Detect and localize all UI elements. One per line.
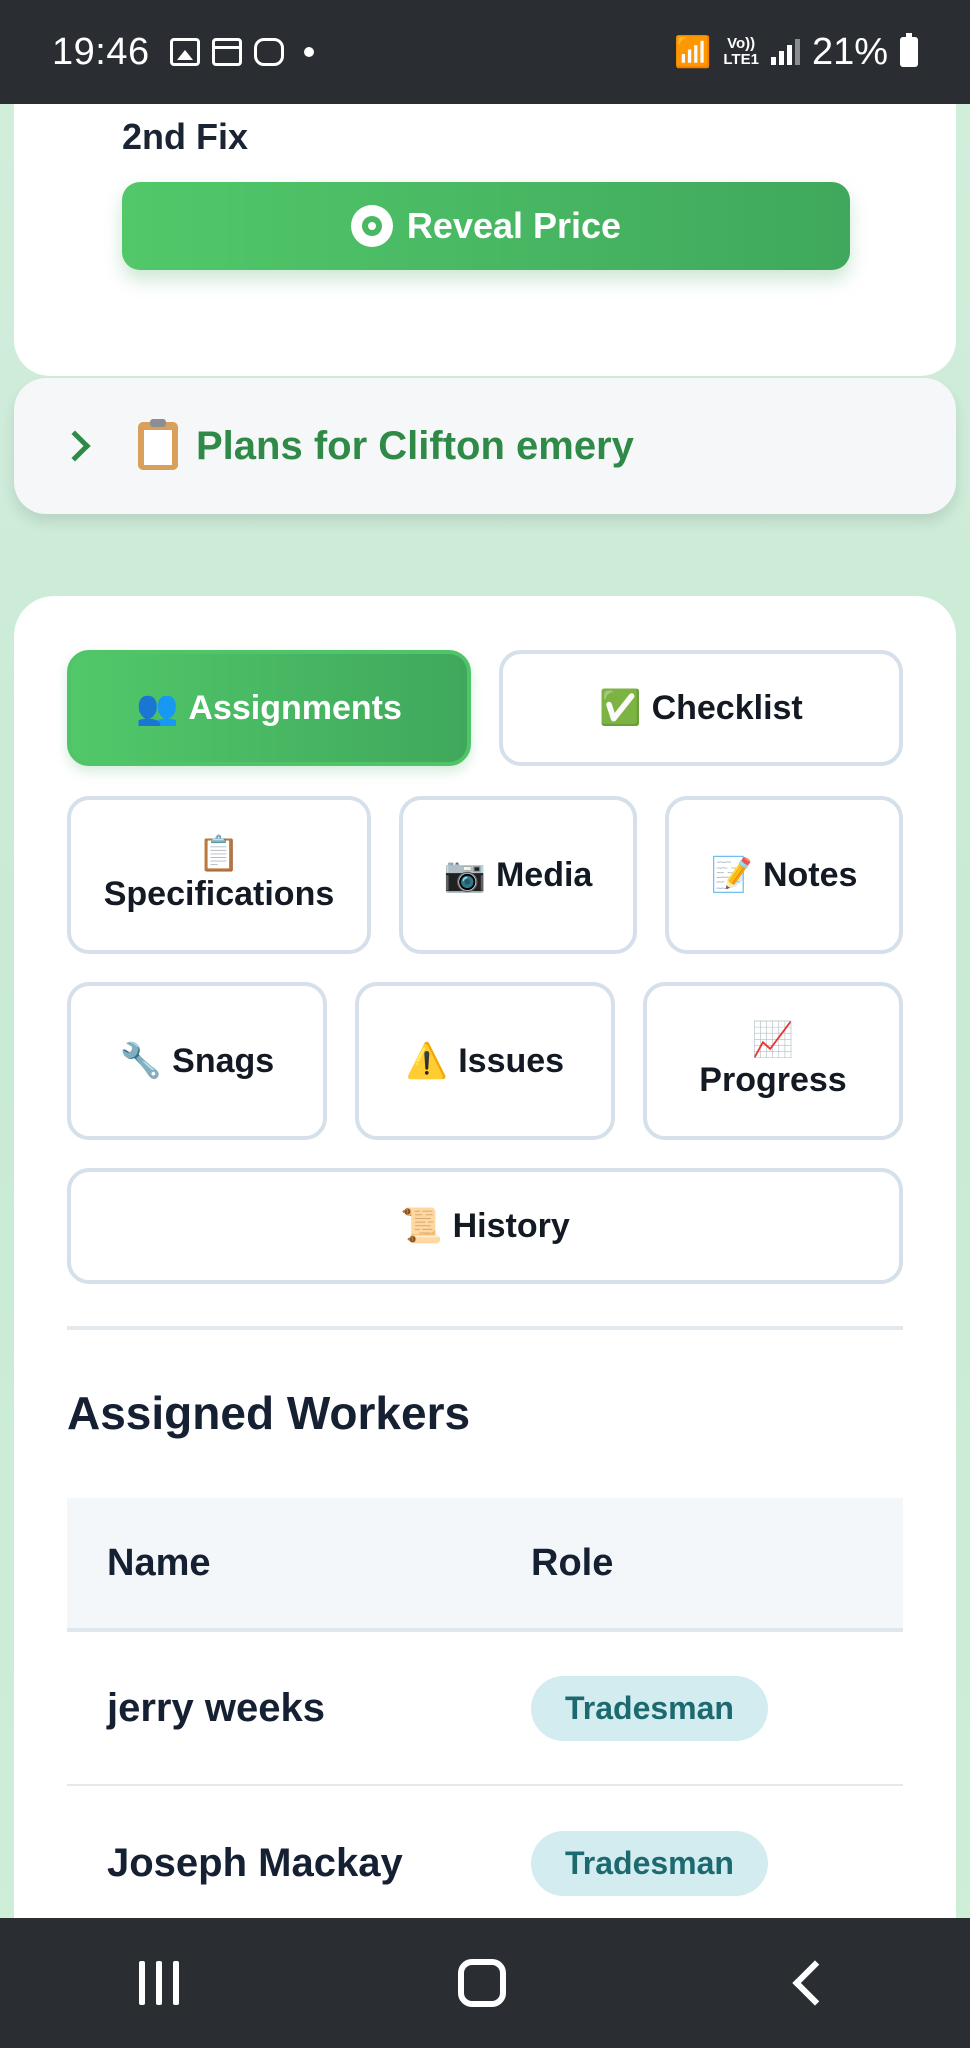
role-badge: Tradesman <box>531 1830 768 1896</box>
clipboard-icon <box>138 419 178 470</box>
stage-label: 2nd Fix <box>122 116 249 157</box>
worker-name: Joseph Mackay <box>107 1840 403 1885</box>
chart-increasing-icon: 📈 <box>751 1020 795 1059</box>
tab-issues-label: Issues <box>458 1041 565 1080</box>
home-button[interactable] <box>457 1959 506 2007</box>
tab-assignments-label: Assignments <box>188 688 402 727</box>
messenger-icon <box>253 38 284 66</box>
reveal-price-label: Reveal Price <box>406 205 622 246</box>
tab-history-label: History <box>452 1206 570 1245</box>
job-detail-card: 👥 Assignments ✅ Checklist 📋 Specificatio… <box>14 596 956 1996</box>
signal-icon <box>770 39 800 65</box>
column-header-name: Name <box>107 1541 211 1584</box>
worker-role-cell: Tradesman <box>531 1675 768 1741</box>
camera-icon: 📷 <box>443 856 486 894</box>
notification-icons <box>169 38 314 66</box>
check-mark-icon: ✅ <box>599 689 642 727</box>
clipboard-icon: 📋 <box>197 834 241 873</box>
tab-snags-label: Snags <box>172 1041 275 1080</box>
plans-title: Plans for Clifton emery <box>196 423 634 468</box>
status-bar: 19:46 📶 Vo)) LTE1 21% <box>0 0 970 104</box>
tab-snags[interactable]: 🔧 Snags <box>67 982 327 1140</box>
tab-notes-label: Notes <box>762 855 858 894</box>
system-icons: 📶 Vo)) LTE1 21% <box>674 31 918 74</box>
chevron-right-icon <box>59 430 91 462</box>
more-notifications-dot-icon <box>303 47 314 57</box>
role-badge: Tradesman <box>531 1675 768 1741</box>
tab-notes[interactable]: 📝 Notes <box>665 796 903 954</box>
tab-specifications[interactable]: 📋 Specifications <box>67 796 371 954</box>
tab-media-label: Media <box>495 855 593 894</box>
reveal-price-button[interactable]: Reveal Price <box>122 182 850 270</box>
table-row: Joseph Mackay Tradesman <box>67 1786 903 1940</box>
battery-percent: 21% <box>811 30 888 73</box>
scroll-icon: 📜 <box>400 1207 443 1245</box>
tab-checklist[interactable]: ✅ Checklist <box>499 650 903 766</box>
tab-assignments[interactable]: 👥 Assignments <box>67 650 471 766</box>
wrench-icon: 🔧 <box>119 1042 163 1080</box>
plans-accordion[interactable]: Plans for Clifton emery <box>14 378 956 514</box>
tab-progress[interactable]: 📈 Progress <box>643 982 903 1140</box>
tab-history[interactable]: 📜 History <box>67 1168 903 1284</box>
warning-icon: ⚠️ <box>405 1042 449 1080</box>
memo-icon: 📝 <box>710 856 753 894</box>
tab-progress-label: Progress <box>699 1060 847 1099</box>
table-header: Name Role <box>67 1498 903 1632</box>
back-button[interactable] <box>792 1960 838 2006</box>
eye-icon <box>350 205 393 247</box>
recent-apps-button[interactable] <box>139 1961 180 2005</box>
gallery-icon <box>169 38 200 66</box>
status-time: 19:46 <box>52 30 150 73</box>
battery-icon <box>900 33 918 67</box>
worker-role-cell: Tradesman <box>531 1830 768 1896</box>
tab-checklist-label: Checklist <box>651 688 803 727</box>
table-row: jerry weeks Tradesman <box>67 1632 903 1786</box>
tab-issues[interactable]: ⚠️ Issues <box>355 982 615 1140</box>
assigned-workers-table: Name Role jerry weeks Tradesman Joseph M… <box>67 1498 903 1940</box>
worker-name: jerry weeks <box>107 1685 325 1730</box>
people-icon: 👥 <box>136 689 179 727</box>
job-stage-card: 2nd Fix Reveal Price <box>14 104 956 376</box>
divider <box>67 1326 903 1330</box>
calendar-icon <box>211 38 242 66</box>
section-title: Assigned Workers <box>67 1387 471 1439</box>
system-nav-bar <box>0 1918 970 2048</box>
tab-media[interactable]: 📷 Media <box>399 796 637 954</box>
column-header-role: Role <box>531 1541 614 1584</box>
volte-lte-icon: Vo)) LTE1 <box>723 35 759 68</box>
wifi-icon: 📶 <box>674 35 712 69</box>
tab-specifications-label: Specifications <box>103 874 335 913</box>
